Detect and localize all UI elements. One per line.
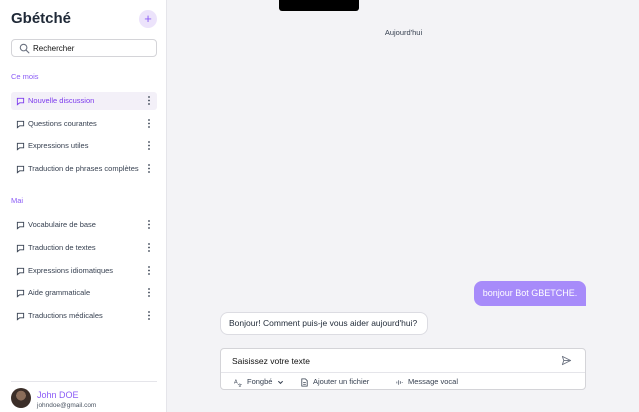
translate-icon: A文	[234, 379, 243, 387]
avatar[interactable]	[11, 388, 31, 408]
chat-bubble-icon	[16, 289, 25, 298]
more-vertical-icon[interactable]	[147, 118, 151, 129]
search-icon	[19, 43, 30, 54]
voice-wave-icon	[396, 380, 403, 385]
more-vertical-icon[interactable]	[147, 265, 151, 276]
chat-area: Aujourd'hui bonjour Bot GBETCHE. Bonjour…	[168, 0, 639, 412]
message-composer: Saisissez votre texte A文 Fongbé Ajouter …	[220, 348, 586, 390]
bot-message: Bonjour! Comment puis-je vous aider aujo…	[220, 312, 428, 335]
attach-file-button[interactable]: Ajouter un fichier	[300, 376, 370, 388]
sidebar-item-expressions-utiles[interactable]: Expressions utiles	[11, 137, 157, 155]
language-select[interactable]: A文 Fongbé	[234, 376, 284, 388]
sidebar-item-label: Traduction de textes	[28, 243, 96, 252]
more-vertical-icon[interactable]	[147, 242, 151, 253]
top-bar	[279, 0, 359, 11]
profile-divider	[11, 381, 157, 382]
search-input[interactable]	[33, 41, 151, 55]
user-name: John DOE	[37, 390, 79, 400]
sidebar-item-label: Traductions médicales	[28, 311, 103, 320]
date-separator: Aujourd'hui	[384, 28, 423, 37]
app-title: Gbétché	[11, 10, 72, 27]
more-vertical-icon[interactable]	[147, 163, 151, 174]
sidebar-item-label: Expressions utiles	[28, 141, 89, 150]
message-input[interactable]: Saisissez votre texte	[232, 356, 310, 366]
sidebar-item-expressions-idiomatiques[interactable]: Expressions idiomatiques	[11, 262, 157, 280]
voice-message-button[interactable]: Message vocal	[395, 376, 459, 388]
sidebar-item-label: Questions courantes	[28, 119, 97, 128]
send-icon[interactable]	[561, 355, 572, 366]
sidebar-item-label: Nouvelle discussion	[28, 96, 95, 105]
chat-bubble-icon	[16, 97, 25, 106]
chat-bubble-icon	[16, 267, 25, 276]
search-box[interactable]	[11, 39, 157, 57]
chat-bubble-icon	[16, 165, 25, 174]
group-label-mai: Mai	[11, 196, 24, 205]
sidebar-item-traduction-phrases[interactable]: Traduction de phrases complètes	[11, 160, 157, 178]
chat-bubble-icon	[16, 142, 25, 151]
more-vertical-icon[interactable]	[147, 140, 151, 151]
voice-message-label: Message vocal	[408, 377, 459, 386]
chat-bubble-icon	[16, 120, 25, 129]
attach-file-label: Ajouter un fichier	[313, 377, 370, 386]
more-vertical-icon[interactable]	[147, 287, 151, 298]
sidebar-item-vocabulaire-de-base[interactable]: Vocabulaire de base	[11, 216, 157, 234]
sidebar-item-label: Expressions idiomatiques	[28, 266, 114, 275]
language-label: Fongbé	[247, 377, 273, 386]
sidebar-item-traductions-medicales[interactable]: Traductions médicales	[11, 307, 157, 325]
sidebar-item-questions-courantes[interactable]: Questions courantes	[11, 115, 157, 133]
more-vertical-icon[interactable]	[147, 219, 151, 230]
sidebar-item-label: Traduction de phrases complètes	[28, 164, 139, 173]
user-message: bonjour Bot GBETCHE.	[474, 281, 586, 306]
sidebar-item-label: Aide grammaticale	[28, 288, 91, 297]
sidebar-item-aide-grammaticale[interactable]: Aide grammaticale	[11, 284, 157, 302]
svg-text:文: 文	[238, 382, 243, 387]
chat-bubble-icon	[16, 312, 25, 321]
sidebar-item-traduction-de-textes[interactable]: Traduction de textes	[11, 239, 157, 257]
new-chat-button[interactable]: +	[139, 10, 157, 28]
more-vertical-icon[interactable]	[147, 310, 151, 321]
chat-bubble-icon	[16, 244, 25, 253]
composer-divider	[221, 372, 585, 373]
sidebar-item-nouvelle-discussion[interactable]: Nouvelle discussion	[11, 92, 157, 110]
sidebar-item-label: Vocabulaire de base	[28, 220, 96, 229]
sidebar: Gbétché + Ce mois Nouvelle discussion Qu…	[0, 0, 167, 412]
chat-bubble-icon	[16, 221, 25, 230]
user-email: johndoe@gmail.com	[37, 402, 97, 409]
file-icon	[301, 378, 308, 387]
more-vertical-icon[interactable]	[147, 95, 151, 106]
chevron-down-icon	[277, 380, 284, 385]
group-label-ce-mois: Ce mois	[11, 72, 39, 81]
